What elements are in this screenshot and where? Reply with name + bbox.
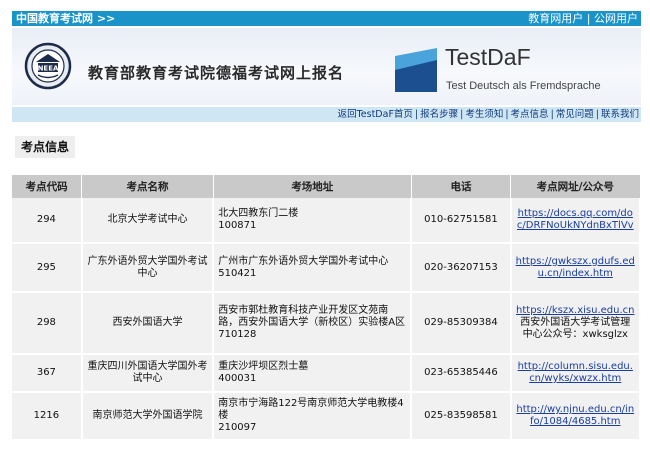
nav-test-center-info[interactable]: 考点信息 (511, 109, 549, 120)
address-text: 重庆沙坪坝区烈士墓 (218, 361, 309, 372)
postcode-text: 510421 (218, 267, 257, 279)
testdaf-title: TestDaF (445, 44, 531, 70)
table-row: 367 重庆四川外国语大学国外考试中心 重庆沙坪坝区烈士墓 400031 023… (12, 354, 642, 393)
postcode-text: 210097 (218, 422, 257, 433)
website-link[interactable]: http://wy.njnu.edu.cn/info/1084/4685.htm (516, 404, 634, 427)
cell-website: http://column.sisu.edu.cn/wyks/xwzx.htm (510, 354, 642, 393)
cell-address: 南京市宁海路122号南京师范大学电教楼4楼 210097 (213, 392, 413, 441)
cell-website: https://docs.qq.com/doc/DRFNoUkNYdnBxTlV… (510, 198, 642, 244)
cell-code: 1216 (12, 392, 83, 441)
edu-network-user-link[interactable]: 教育网用户 (528, 12, 583, 25)
postcode-text: 710128 (218, 329, 257, 340)
cell-phone: 025-83598581 (411, 392, 512, 441)
user-type-links: 教育网用户 | 公网用户 (528, 11, 638, 26)
cell-address: 重庆沙坪坝区烈士墓 400031 (213, 354, 413, 393)
header-website: 考点网址/公众号 (510, 175, 641, 198)
cell-name: 重庆四川外国语大学国外考试中心 (81, 354, 215, 393)
cell-name: 北京大学考试中心 (81, 198, 215, 244)
cell-address: 北大四教东门二楼 100871 (213, 198, 413, 244)
address-text: 南京市宁海路122号南京师范大学电教楼4楼 (218, 398, 404, 421)
header-code: 考点代码 (12, 175, 83, 198)
table-row: 298 西安外国语大学 西安市郭杜教育科技产业开发区文苑南路，西安外国语大学（新… (12, 292, 642, 355)
cell-code: 298 (12, 292, 83, 355)
public-network-user-link[interactable]: 公网用户 (594, 12, 638, 25)
table-header-row: 考点代码 考点名称 考场地址 电话 考点网址/公众号 (12, 175, 641, 198)
cell-website: https://gwkszx.gdufs.edu.cn/index.htm (510, 243, 642, 293)
website-link[interactable]: https://kszx.xisu.edu.cn (516, 305, 634, 316)
nav-separator: | (505, 109, 509, 120)
address-text: 广州市广东外语外贸大学国外考试中心 (218, 255, 389, 267)
header-name: 考点名称 (81, 175, 214, 198)
cell-code: 295 (12, 243, 83, 293)
header-phone: 电话 (411, 175, 512, 198)
cell-name: 西安外国语大学 (81, 292, 215, 355)
nav-faq[interactable]: 常见问题 (556, 109, 594, 120)
cell-website: https://kszx.xisu.edu.cn 西安外国语大学考试管理中心公众… (510, 292, 642, 355)
cell-name: 广东外语外贸大学国外考试中心 (81, 243, 215, 293)
nav-separator: | (595, 109, 599, 120)
nav-registration-steps[interactable]: 报名步骤 (420, 109, 458, 120)
website-link[interactable]: https://docs.qq.com/doc/DRFNoUkNYdnBxTlV… (517, 208, 634, 231)
testdaf-logo-icon (395, 48, 437, 92)
testdaf-subtitle: Test Deutsch als Fremdsprache (446, 80, 601, 92)
cell-phone: 029-85309384 (411, 292, 512, 355)
table-row: 294 北京大学考试中心 北大四教东门二楼 100871 010-6275158… (12, 198, 642, 244)
header-address: 考场地址 (213, 175, 412, 198)
neea-home-link[interactable]: 中国教育考试网 >> (16, 11, 115, 26)
wechat-account-text: 西安外国语大学考试管理中心公众号：xwksglzx (520, 317, 631, 340)
section-title: 考点信息 (15, 136, 76, 158)
cell-code: 367 (12, 354, 83, 393)
address-text: 西安市郭杜教育科技产业开发区文苑南路，西安外国语大学（新校区）实验楼A区 (218, 305, 406, 328)
website-link[interactable]: http://column.sisu.edu.cn/wyks/xwzx.htm (518, 361, 633, 384)
address-text: 北大四教东门二楼 (218, 208, 299, 219)
test-center-table: 考点代码 考点名称 考场地址 电话 考点网址/公众号 294 北京大学考试中心 … (12, 175, 642, 441)
cell-website: http://wy.njnu.edu.cn/info/1084/4685.htm (510, 392, 642, 441)
postcode-text: 100871 (218, 220, 257, 231)
neea-logo-icon: NEEA (24, 42, 72, 90)
cell-name: 南京师范大学外国语学院 (81, 392, 215, 441)
site-title: 教育部教育考试院德福考试网上报名 (88, 64, 345, 82)
header-banner: NEEA 教育部教育考试院德福考试网上报名 TestDaF Test Deuts… (12, 28, 641, 105)
postcode-text: 400031 (218, 373, 257, 384)
separator: | (583, 12, 594, 25)
cell-phone: 020-36207153 (411, 243, 512, 293)
nav-separator: | (550, 109, 554, 120)
table-row: 295 广东外语外贸大学国外考试中心 广州市广东外语外贸大学国外考试中心 510… (12, 243, 642, 293)
cell-address: 西安市郭杜教育科技产业开发区文苑南路，西安外国语大学（新校区）实验楼A区 710… (213, 292, 413, 355)
logo-text: NEEA (38, 65, 59, 73)
cell-phone: 010-62751581 (411, 198, 512, 244)
nav-contact-us[interactable]: 联系我们 (601, 109, 639, 120)
nav-bar: 返回TestDaF首页 | 报名步骤 | 考生须知 | 考点信息 | 常见问题 | 联系我们 (12, 107, 641, 122)
top-bar: 中国教育考试网 >> 教育网用户 | 公网用户 (12, 11, 641, 26)
cell-code: 294 (12, 198, 83, 244)
cell-address: 广州市广东外语外贸大学国外考试中心 510421 (213, 243, 413, 293)
nav-testdaf-home[interactable]: 返回TestDaF首页 (338, 109, 413, 120)
nav-candidate-notice[interactable]: 考生须知 (465, 109, 503, 120)
website-link[interactable]: https://gwkszx.gdufs.edu.cn/index.htm (516, 256, 635, 279)
table-row: 1216 南京师范大学外国语学院 南京市宁海路122号南京师范大学电教楼4楼 2… (12, 392, 642, 441)
cell-phone: 023-65385446 (411, 354, 512, 393)
